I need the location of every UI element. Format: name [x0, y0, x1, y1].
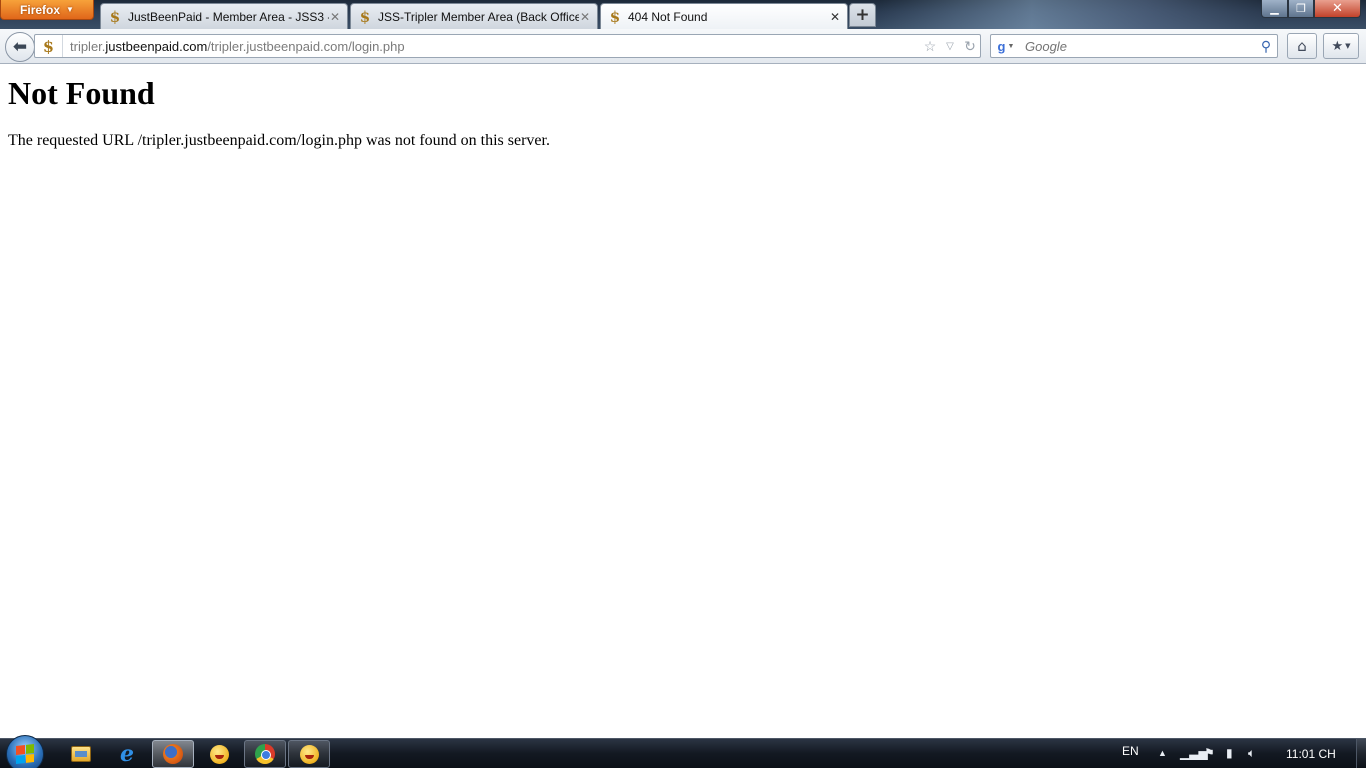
back-button[interactable]: ⬅	[5, 32, 35, 62]
firefox-menu-label: Firefox	[20, 2, 61, 17]
taskbar-firefox[interactable]	[152, 740, 194, 768]
close-window-button[interactable]: ✕	[1314, 0, 1361, 18]
reload-icon[interactable]: ↻	[960, 38, 980, 55]
url-text[interactable]: tripler.justbeenpaid.com/tripler.justbee…	[63, 39, 920, 54]
home-icon: ⌂	[1297, 37, 1307, 55]
firefox-icon	[163, 744, 183, 764]
minimize-button[interactable]: ▁	[1261, 0, 1288, 18]
url-path: /tripler.justbeenpaid.com/login.php	[207, 38, 405, 54]
taskbar-internet-explorer[interactable]: e	[106, 740, 148, 768]
search-input[interactable]	[1021, 38, 1255, 54]
dollar-icon: $	[609, 7, 621, 26]
star-icon[interactable]: ☆	[920, 38, 940, 55]
tab-label: 404 Not Found	[628, 9, 708, 24]
show-hidden-icons-icon[interactable]: ▲	[1158, 748, 1167, 758]
power-icon[interactable]: ▮	[1226, 746, 1233, 760]
language-indicator[interactable]: EN	[1122, 744, 1139, 758]
tab-label: JustBeenPaid - Member Area - JSS3 - ...	[128, 9, 329, 24]
error-message: The requested URL /tripler.justbeenpaid.…	[8, 132, 550, 149]
bookmarks-button[interactable]: ★ ▼	[1323, 33, 1359, 59]
chevron-down-icon: ▼	[1345, 42, 1351, 50]
folder-icon	[71, 746, 91, 762]
url-host: justbeenpaid.com	[105, 38, 208, 54]
title-bar: Firefox ▼ $ JustBeenPaid - Member Area -…	[0, 0, 1366, 29]
firefox-menu-button[interactable]: Firefox ▼	[0, 0, 94, 20]
dropdown-arrow-icon[interactable]: ▽	[940, 41, 960, 52]
plus-icon: +	[855, 5, 870, 25]
minimize-icon: ▁	[1270, 2, 1279, 15]
system-tray: EN ▲ ▁▃▅ ⚑ ▮ 🔈︎ 11:01 CH	[1106, 739, 1366, 768]
arrow-left-icon: ⬅	[12, 37, 28, 57]
home-button[interactable]: ⌂	[1287, 33, 1317, 59]
dollar-icon: $	[359, 7, 371, 26]
taskbar-windows-explorer[interactable]	[60, 740, 102, 768]
taskbar-chrome[interactable]	[244, 740, 286, 768]
taskbar-yahoo-messenger-window[interactable]	[288, 740, 330, 768]
show-desktop-button[interactable]	[1356, 739, 1366, 768]
tab-jss-tripler-back-office[interactable]: $ JSS-Tripler Member Area (Back Office) …	[350, 3, 598, 29]
page-title: Not Found	[8, 75, 155, 111]
chevron-down-icon: ▼	[66, 5, 74, 14]
action-center-flag-icon[interactable]: ⚑	[1204, 746, 1215, 760]
address-bar[interactable]: $ tripler.justbeenpaid.com/tripler.justb…	[34, 34, 981, 58]
search-bar[interactable]: g▼ ⚲	[990, 34, 1278, 58]
taskbar-yahoo-messenger[interactable]	[198, 740, 240, 768]
chrome-icon	[255, 744, 275, 764]
yahoo-messenger-icon	[209, 744, 229, 764]
maximize-button[interactable]: ❐	[1288, 0, 1314, 18]
close-icon[interactable]: ✕	[579, 10, 591, 24]
internet-explorer-icon: e	[120, 741, 134, 767]
bookmarks-icon: ★	[1331, 38, 1344, 54]
taskbar: e EN ▲ ▁▃▅ ⚑ ▮ 🔈︎ 11:01 CH	[0, 735, 1366, 768]
dollar-icon: $	[109, 7, 121, 26]
close-icon: ✕	[1332, 1, 1343, 16]
page-content: Not Found The requested URL /tripler.jus…	[0, 65, 1366, 738]
new-tab-button[interactable]: +	[849, 3, 876, 27]
yahoo-messenger-icon	[299, 744, 319, 764]
close-icon[interactable]: ✕	[329, 10, 341, 24]
google-search-engine-icon[interactable]: g ▼	[991, 39, 1021, 54]
clock[interactable]: 11:01 CH	[1286, 747, 1336, 761]
search-icon[interactable]: ⚲	[1255, 38, 1277, 55]
tab-justbeenpaid-member-area[interactable]: $ JustBeenPaid - Member Area - JSS3 - ..…	[100, 3, 348, 29]
navigation-bar: ⬅ $ tripler.justbeenpaid.com/tripler.jus…	[0, 29, 1366, 64]
restore-icon: ❐	[1296, 2, 1306, 15]
close-icon[interactable]: ✕	[829, 10, 841, 24]
dollar-icon[interactable]: $	[35, 35, 63, 57]
volume-icon[interactable]: 🔈︎	[1248, 746, 1255, 761]
start-button[interactable]	[6, 735, 44, 768]
url-subdomain: tripler.	[70, 38, 106, 54]
tab-label: JSS-Tripler Member Area (Back Office)	[378, 9, 579, 24]
tab-404-not-found[interactable]: $ 404 Not Found ✕	[600, 3, 848, 29]
windows-logo-icon	[16, 744, 34, 764]
title-bar-background	[880, 0, 1260, 29]
